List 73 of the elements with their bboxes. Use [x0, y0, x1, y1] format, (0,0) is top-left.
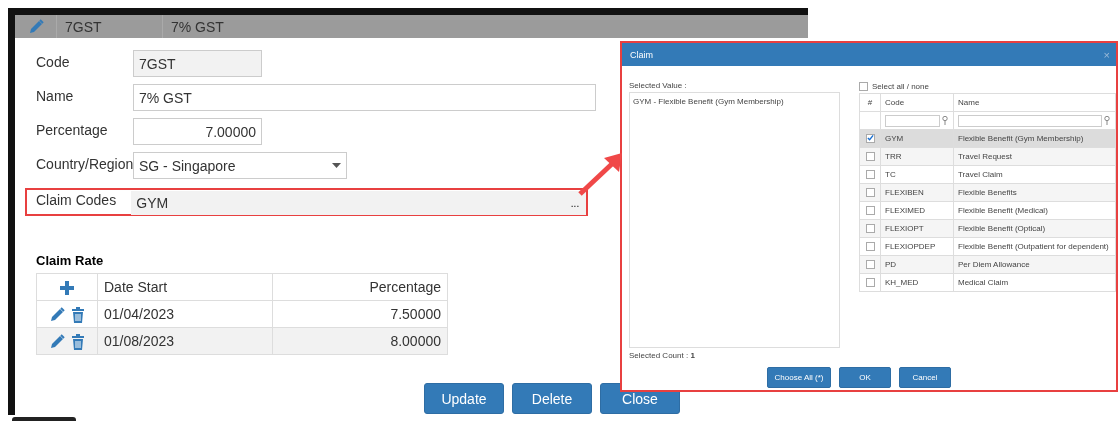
table-cell: GYM [880, 129, 954, 148]
list-row[interactable]: FLEXIMED Flexible Benefit (Medical) [859, 201, 1116, 220]
table-cell: TC [880, 165, 954, 184]
checkbox-label: Select all / none [872, 81, 929, 91]
column-header: Name [953, 93, 1116, 112]
table-cell: Flexible Benefits [953, 183, 1116, 202]
filter-field[interactable] [885, 114, 940, 127]
checkbox[interactable] [865, 205, 875, 215]
table-cell: Travel Claim [953, 165, 1116, 184]
action-button[interactable]: Update [424, 383, 504, 414]
field-label: Selected Value : [629, 81, 688, 90]
dialog-button[interactable]: Choose All (*) [767, 367, 831, 388]
field-label: Code [36, 53, 71, 70]
dialog-button[interactable]: Cancel [899, 367, 951, 388]
filter-icon[interactable] [1104, 116, 1110, 125]
table-cell: Flexible Benefit (Optical) [953, 219, 1116, 238]
table-cell: Medical Claim [953, 273, 1116, 292]
dialog-button[interactable]: OK [839, 367, 891, 388]
country-dropdown[interactable]: SG - Singapore [133, 152, 347, 179]
column-header: Percentage [272, 273, 448, 301]
name-field[interactable]: 7% GST [133, 84, 596, 111]
table-cell: 8.00000 [272, 327, 448, 355]
dialog-title: Claim [630, 49, 653, 60]
table-cell: FLEXIOPT [880, 219, 954, 238]
checkbox[interactable] [865, 223, 875, 233]
checkbox[interactable] [865, 241, 875, 251]
checkbox[interactable] [859, 81, 868, 91]
table-cell: Per Diem Allowance [953, 255, 1116, 274]
list-row[interactable]: FLEXIOPDEP Flexible Benefit (Outpatient for dependent) [859, 237, 1116, 256]
selected-count: Selected Count : 1 [629, 351, 696, 360]
list-row[interactable]: TC Travel Claim [859, 165, 1116, 184]
field-label: Claim Codes [36, 191, 118, 208]
table-cell: FLEXIMED [880, 201, 954, 220]
caret-icon [332, 163, 341, 168]
trash-icon[interactable] [71, 333, 85, 350]
table-cell: KH_MED [880, 273, 954, 292]
table-cell: FLEXIOPDEP [880, 237, 954, 256]
checkbox[interactable] [865, 133, 875, 143]
checkbox[interactable] [865, 277, 875, 287]
percentage-field[interactable]: 7.00000 [133, 118, 262, 145]
column-header: Code [880, 93, 954, 112]
table-cell: FLEXIBEN [880, 183, 954, 202]
field-label: Percentage [36, 121, 109, 138]
table-cell: 01/08/2023 [97, 327, 273, 355]
table-cell: Flexible Benefit (Gym Membership) [953, 129, 1116, 148]
code-field[interactable]: 7GST [133, 50, 262, 77]
checkbox[interactable] [865, 151, 875, 161]
trash-icon[interactable] [71, 306, 85, 323]
list-row[interactable]: KH_MED Medical Claim [859, 273, 1116, 292]
action-button[interactable]: Delete [512, 383, 592, 414]
table-cell: Flexible Benefit (Outpatient for dependent) [953, 237, 1116, 256]
column-header: # [859, 93, 881, 112]
table-cell: Flexible Benefit (Medical) [953, 201, 1116, 220]
checkbox[interactable] [865, 187, 875, 197]
column-header: Date Start [97, 273, 273, 301]
edit-icon[interactable] [49, 306, 65, 323]
add-icon[interactable] [60, 281, 74, 296]
checkbox[interactable] [865, 259, 875, 269]
selected-value: GYM - Flexible Benefit (Gym Membership) [633, 97, 785, 106]
field-label: Name [36, 87, 75, 104]
edit-icon[interactable] [49, 333, 65, 350]
table-cell: 01/04/2023 [97, 300, 273, 328]
section-title: Claim Rate [36, 253, 105, 268]
header-cell: 7GST [57, 15, 163, 38]
table-cell: 7.50000 [272, 300, 448, 328]
table-cell: TRR [880, 147, 954, 166]
field-label: Country/Region [36, 155, 133, 172]
header-cell-text: 7% GST [170, 17, 225, 37]
filter-field[interactable] [958, 114, 1102, 127]
table-cell: Travel Request [953, 147, 1116, 166]
table-cell: PD [880, 255, 954, 274]
checkbox[interactable] [865, 169, 875, 179]
filter-icon[interactable] [942, 116, 948, 125]
